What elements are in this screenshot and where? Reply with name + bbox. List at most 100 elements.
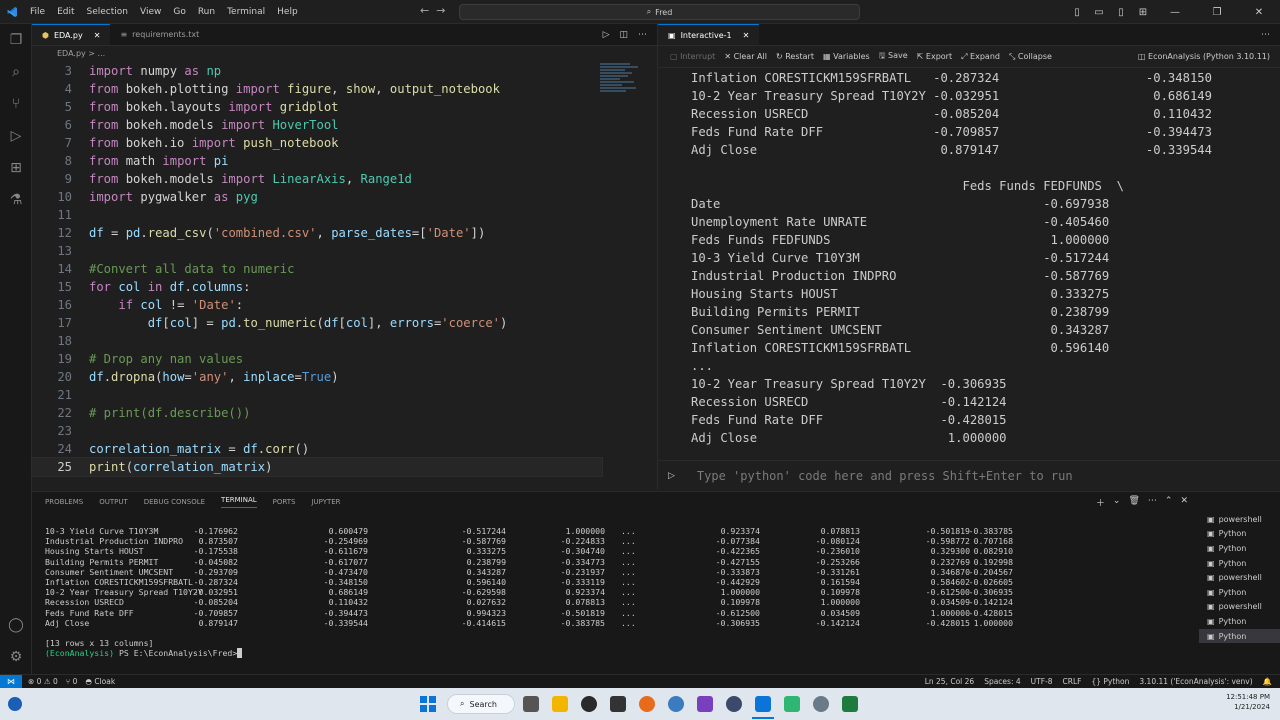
more-actions-icon[interactable]: ⋯ [638, 30, 647, 40]
code-line[interactable]: 13 [32, 242, 602, 260]
code-line[interactable]: 23 [32, 422, 602, 440]
terminal-dropdown-icon[interactable]: ⌄ [1113, 496, 1121, 509]
tab-eda-py[interactable]: ⬢ EDA.py ✕ [32, 24, 111, 45]
code-line[interactable]: 12 df = pd.read_csv('combined.csv', parse… [32, 224, 602, 242]
menu-item-help[interactable]: Help [277, 7, 298, 17]
more-actions-icon[interactable]: ⋯ [1261, 24, 1280, 45]
split-editor-icon[interactable]: ◫ [619, 30, 628, 40]
notifications-bell-icon[interactable]: 🔔 [1263, 677, 1272, 686]
code-line[interactable]: 19 # Drop any nan values [32, 350, 602, 368]
taskbar-search[interactable]: ⌕ Search [447, 694, 515, 714]
customize-layout-icon[interactable]: ⊞ [1136, 7, 1150, 18]
variables-button[interactable]: ▦ Variables [823, 52, 870, 61]
code-line[interactable]: 11 [32, 206, 602, 224]
code-line[interactable]: 9 from bokeh.models import LinearAxis, Ra… [32, 170, 602, 188]
maximize-button[interactable]: ❐ [1200, 7, 1234, 18]
cloak-status[interactable]: ◓ Cloak [85, 677, 115, 686]
obs-icon[interactable] [581, 696, 597, 712]
terminal-instance-powershell[interactable]: ▣ powershell [1199, 600, 1280, 615]
testing-icon[interactable]: ⚗ [8, 192, 24, 208]
code-line[interactable]: 3 import numpy as np [32, 62, 602, 80]
code-line[interactable]: 24 correlation_matrix = df.corr() [32, 440, 602, 458]
close-tab-icon[interactable]: ✕ [743, 31, 750, 40]
panel-tab-output[interactable]: OUTPUT [99, 498, 128, 506]
extensions-icon[interactable]: ⊞ [8, 160, 24, 176]
minimap[interactable] [600, 62, 645, 102]
run-cell-icon[interactable]: ▷ [668, 471, 675, 481]
code-line[interactable]: 7 from bokeh.io import push_notebook [32, 134, 602, 152]
settings-gear-icon[interactable]: ⚙ [8, 649, 24, 665]
app-icon[interactable] [784, 696, 800, 712]
kernel-picker[interactable]: ◫ EconAnalysis (Python 3.10.11) [1138, 52, 1280, 61]
export-button[interactable]: ⇱ Export [917, 52, 952, 61]
panel-tab-jupyter[interactable]: JUPYTER [311, 498, 340, 506]
code-line[interactable]: 15 for col in df.columns: [32, 278, 602, 296]
tab-interactive-1[interactable]: ▣ Interactive-1 ✕ [658, 24, 760, 45]
menu-item-go[interactable]: Go [173, 7, 185, 17]
terminal-instance-python[interactable]: ▣ Python [1199, 585, 1280, 600]
back-arrow-icon[interactable]: ← [420, 4, 429, 17]
more-actions-icon[interactable]: ⋯ [1148, 496, 1157, 509]
run-file-icon[interactable]: ▷ [603, 30, 610, 40]
interrupt-button[interactable]: ▢ Interrupt [670, 52, 715, 61]
explorer-icon[interactable]: ❐ [8, 32, 24, 48]
panel-tab-ports[interactable]: PORTS [273, 498, 296, 506]
menu-item-view[interactable]: View [140, 7, 161, 17]
search-icon[interactable]: ⌕ [8, 64, 24, 80]
close-window-button[interactable]: ✕ [1242, 7, 1276, 18]
excel-icon[interactable] [842, 696, 858, 712]
code-editor[interactable]: 3 import numpy as np 4 from bokeh.plotting … [31, 62, 603, 477]
code-line[interactable]: 6 from bokeh.models import HoverTool [32, 116, 602, 134]
source-control-icon[interactable]: ⑂ [8, 96, 24, 112]
terminal-output[interactable]: 10-3 Yield Curve T10Y3M -0.176962 0.600479… [45, 526, 1185, 659]
code-line[interactable]: 20 df.dropna(how='any', inplace=True) [32, 368, 602, 386]
panel-tab-problems[interactable]: PROBLEMS [45, 498, 83, 506]
breadcrumb[interactable]: EDA.py > ... [32, 46, 657, 62]
forward-arrow-icon[interactable]: → [436, 4, 445, 17]
menu-item-edit[interactable]: Edit [57, 7, 74, 17]
line-ending[interactable]: CRLF [1063, 677, 1082, 686]
file-explorer-icon[interactable] [552, 696, 568, 712]
app-icon[interactable] [697, 696, 713, 712]
panel-tab-debug-console[interactable]: DEBUG CONSOLE [144, 498, 205, 506]
terminal-instance-powershell[interactable]: ▣ powershell [1199, 512, 1280, 527]
vscode-taskbar-icon[interactable] [755, 696, 771, 712]
start-windows-icon[interactable] [420, 696, 436, 712]
indentation[interactable]: Spaces: 4 [984, 677, 1020, 686]
toggle-panel-icon[interactable]: ▭ [1092, 7, 1106, 18]
remote-indicator-icon[interactable]: ⋈ [0, 674, 22, 689]
terminal-instance-python[interactable]: ▣ Python [1199, 527, 1280, 542]
code-line[interactable]: 14 #Convert all data to numeric [32, 260, 602, 278]
code-line[interactable]: 17 df[col] = pd.to_numeric(df[col], erro… [32, 314, 602, 332]
app-icon[interactable] [726, 696, 742, 712]
terminal-prompt[interactable]: (EconAnalysis) PS E:\EconAnalysis\Fred> [45, 648, 1185, 659]
encoding[interactable]: UTF-8 [1031, 677, 1053, 686]
code-line[interactable]: 22 # print(df.describe()) [32, 404, 602, 422]
clock[interactable]: 12:51:48 PM 1/21/2024 [1226, 692, 1270, 712]
run-debug-icon[interactable]: ▷ [8, 128, 24, 144]
code-line[interactable]: 10 import pygwalker as pyg [32, 188, 602, 206]
new-terminal-icon[interactable]: ＋ [1096, 496, 1105, 509]
panel-tab-terminal[interactable]: TERMINAL [221, 496, 257, 508]
menu-item-terminal[interactable]: Terminal [227, 7, 265, 17]
cursor-position[interactable]: Ln 25, Col 26 [925, 677, 974, 686]
kill-terminal-icon[interactable]: 🗑 [1128, 496, 1139, 509]
save-button[interactable]: 🖫 Save [879, 50, 908, 64]
expand-button[interactable]: ⤢ Expand [961, 52, 1000, 62]
widgets-icon[interactable] [8, 697, 22, 711]
command-center-search[interactable]: ⌕ Fred [459, 4, 860, 20]
code-line[interactable]: 4 from bokeh.plotting import figure, show… [32, 80, 602, 98]
ports-status[interactable]: ⑂ 0 [66, 677, 78, 686]
menu-item-file[interactable]: File [30, 7, 45, 17]
language-mode[interactable]: {} Python [1091, 677, 1129, 686]
terminal-instance-python[interactable]: ▣ Python [1199, 556, 1280, 571]
maximize-panel-icon[interactable]: ⌃ [1165, 496, 1173, 509]
minimize-button[interactable]: — [1158, 7, 1192, 18]
problems-status[interactable]: ⊗ 0 ⚠ 0 [28, 677, 58, 686]
restart-button[interactable]: ↻ Restart [776, 52, 814, 61]
code-line[interactable]: 5 from bokeh.layouts import gridplot [32, 98, 602, 116]
code-line[interactable]: 25 print(correlation_matrix) [31, 457, 603, 477]
terminal-instance-python[interactable]: ▣ Python [1199, 541, 1280, 556]
close-panel-icon[interactable]: ✕ [1180, 496, 1188, 509]
account-icon[interactable]: ◯ [8, 617, 24, 633]
